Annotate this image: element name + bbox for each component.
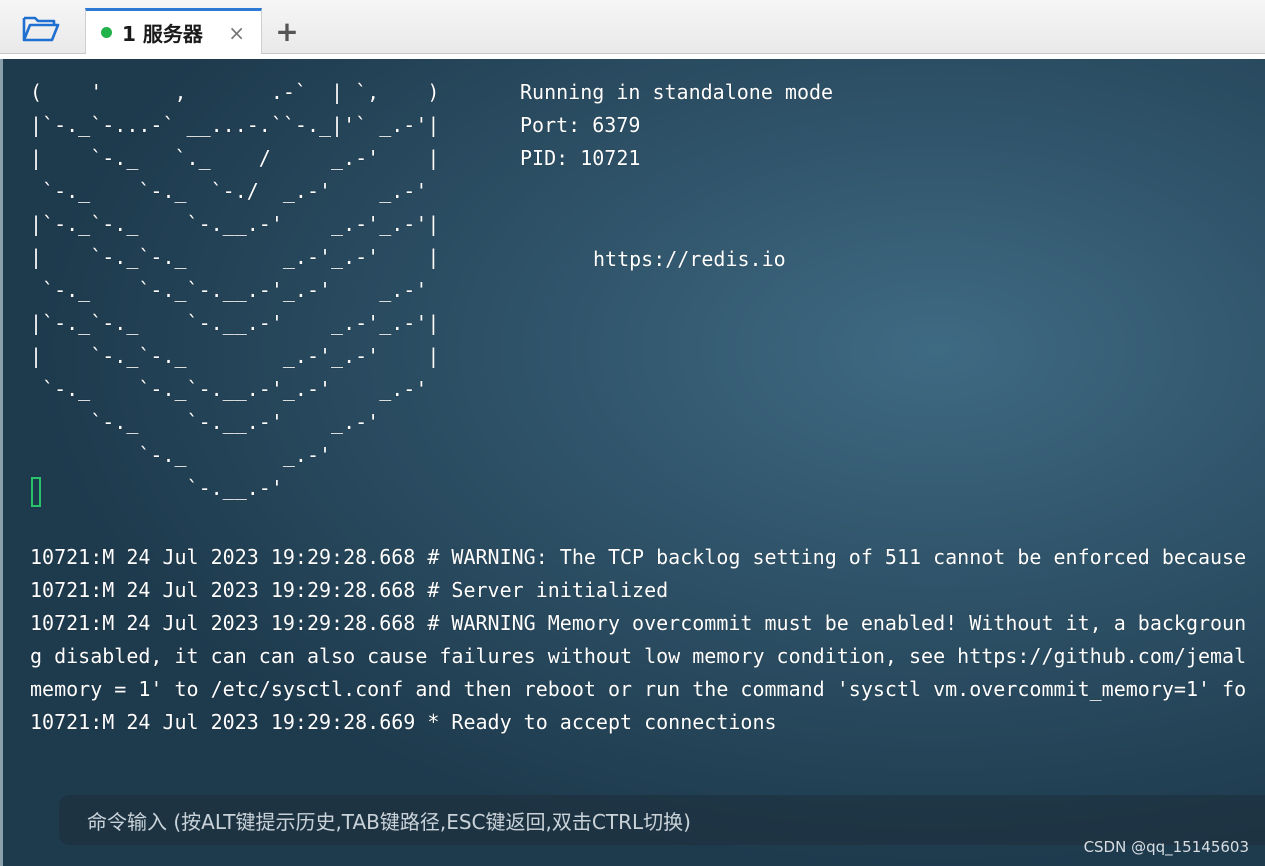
redis-ascii-logo: ( ' , .-` | `, ) |`-._`-...-` __...-.``-… (30, 80, 440, 500)
tab-server-1[interactable]: 1 服务器 × (85, 8, 262, 54)
log-line: 10721:M 24 Jul 2023 19:29:28.668 # WARNI… (30, 545, 1247, 569)
watermark: CSDN @qq_15145603 (1083, 838, 1249, 856)
log-line: 10721:M 24 Jul 2023 19:29:28.668 # WARNI… (30, 611, 1247, 635)
redis-url-text: https://redis.io (593, 247, 786, 271)
open-session-button[interactable] (0, 6, 82, 52)
connection-status-dot (101, 27, 112, 38)
log-output: 10721:M 24 Jul 2023 19:29:28.668 # WARNI… (30, 541, 1246, 739)
terminal-output[interactable]: ( ' , .-` | `, ) |`-._`-...-` __...-.``-… (0, 59, 1265, 866)
log-line: 10721:M 24 Jul 2023 19:29:28.669 * Ready… (30, 710, 777, 734)
log-line: 10721:M 24 Jul 2023 19:29:28.668 # Serve… (30, 578, 669, 602)
tab-label: 1 服务器 (122, 22, 203, 46)
tab-bar: 1 服务器 × + (0, 0, 1265, 54)
redis-mode-text: Running in standalone mode (520, 80, 834, 104)
redis-port-text: Port: 6379 (520, 113, 641, 137)
folder-open-icon (22, 16, 60, 42)
command-input-placeholder: 命令输入 (按ALT键提示历史,TAB键路径,ESC键返回,双击CTRL切换) (87, 809, 691, 834)
close-icon[interactable]: × (228, 23, 245, 43)
terminal-cursor (31, 477, 41, 507)
plus-icon[interactable]: + (272, 14, 302, 48)
redis-pid-text: PID: 10721 (520, 146, 641, 170)
log-line: g disabled, it can can also cause failur… (30, 644, 1247, 668)
log-line: memory = 1' to /etc/sysctl.conf and then… (30, 677, 1247, 701)
